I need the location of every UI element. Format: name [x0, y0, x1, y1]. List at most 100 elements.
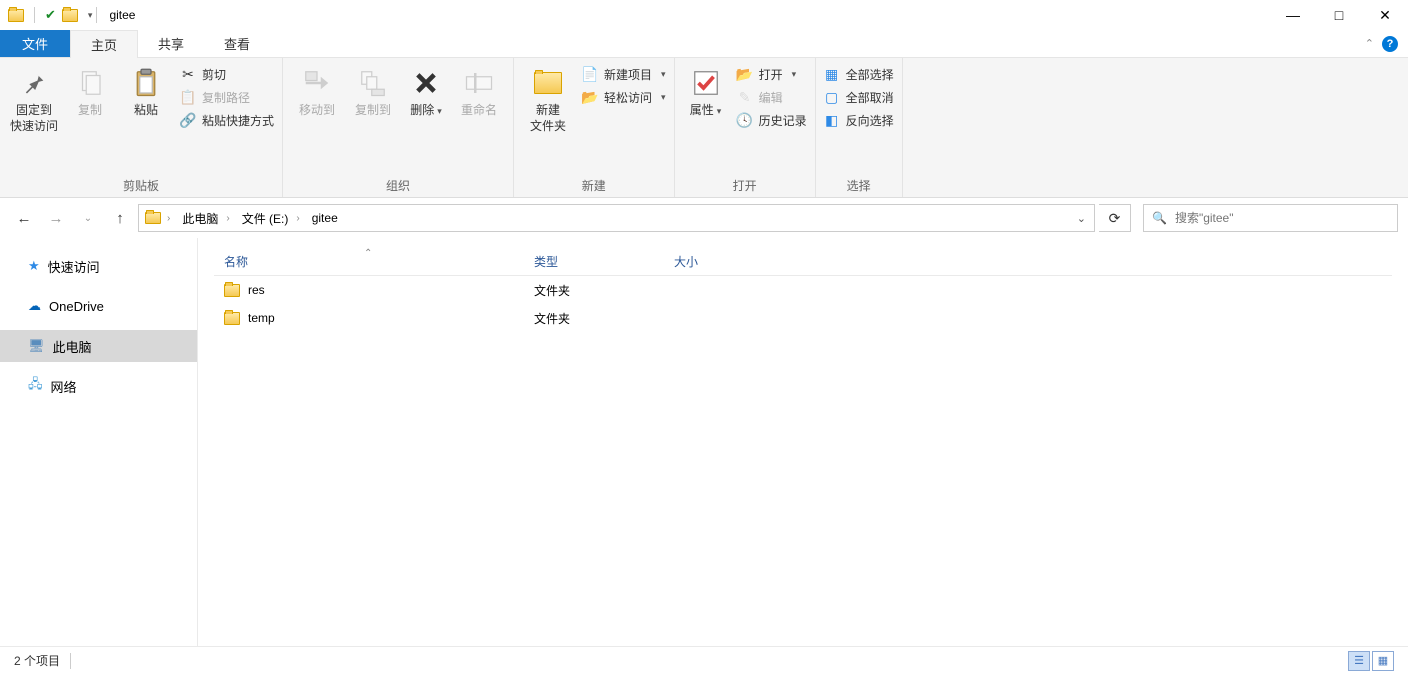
crumb-drive-label: 文件 (E:) — [242, 210, 289, 227]
properties-check-icon — [690, 67, 722, 99]
pin-quickaccess-button[interactable]: 固定到 快速访问 — [8, 64, 60, 137]
refresh-button[interactable]: ⟳ — [1099, 204, 1131, 232]
sidebar-onedrive[interactable]: ☁ OneDrive — [0, 290, 197, 322]
sidebar-thispc[interactable]: 🖥 此电脑 — [0, 330, 197, 362]
crumb-pc[interactable]: 此电脑› — [176, 210, 235, 227]
tab-view[interactable]: 查看 — [204, 30, 270, 57]
recent-dropdown[interactable]: ⌄ — [74, 204, 102, 232]
delete-button[interactable]: 删除 — [403, 64, 449, 122]
scissors-icon: ✂ — [180, 67, 196, 83]
moveto-button[interactable]: 移动到 — [291, 64, 343, 122]
easyaccess-button[interactable]: 📂 轻松访问 — [582, 89, 666, 106]
collapse-ribbon-icon[interactable]: ⌃ — [1365, 37, 1374, 50]
edit-button[interactable]: ✎ 编辑 — [737, 89, 807, 106]
sidebar-onedrive-label: OneDrive — [49, 299, 104, 314]
window-title: gitee — [109, 8, 135, 22]
file-name-cell: res — [214, 283, 524, 297]
col-header-type[interactable]: 类型 — [524, 253, 664, 270]
col-header-size[interactable]: 大小 — [664, 253, 784, 270]
pasteshortcut-button[interactable]: 🔗 粘贴快捷方式 — [180, 112, 274, 129]
copyto-label: 复制到 — [355, 103, 391, 119]
status-item-count: 2 个项目 — [14, 652, 60, 669]
main-area: ★ 快速访问 ☁ OneDrive 🖥 此电脑 🖧 网络 ⌃ 名称 类型 大小 … — [0, 238, 1408, 646]
forward-button[interactable]: → — [42, 204, 70, 232]
network-icon: 🖧 — [28, 375, 43, 397]
tab-home[interactable]: 主页 — [70, 30, 138, 58]
crumb-pc-label: 此电脑 — [182, 210, 218, 227]
search-box[interactable]: 🔍 — [1143, 204, 1398, 232]
ribbon-group-clipboard: 固定到 快速访问 复制 粘贴 ✂ 剪切 📋 — [0, 58, 283, 197]
ribbon-group-organize: 移动到 复制到 删除 重命名 组织 — [283, 58, 514, 197]
view-icons-button[interactable]: ▦ — [1372, 651, 1394, 671]
folder-icon — [224, 312, 240, 325]
star-icon: ★ — [28, 258, 40, 274]
column-headers: ⌃ 名称 类型 大小 — [214, 248, 1392, 276]
selectnone-button[interactable]: ▢ 全部取消 — [824, 89, 894, 106]
tab-share[interactable]: 共享 — [138, 30, 204, 57]
invertsel-label: 反向选择 — [846, 112, 894, 129]
ribbon-group-open: 属性 📂 打开 ✎ 编辑 🕓 历史记录 打开 — [675, 58, 816, 197]
history-label: 历史记录 — [759, 112, 807, 129]
help-icon[interactable]: ? — [1382, 36, 1398, 52]
tab-file[interactable]: 文件 — [0, 30, 70, 57]
up-button[interactable]: ↑ — [106, 204, 134, 232]
copyto-button[interactable]: 复制到 — [347, 64, 399, 122]
qat-newfolder-icon[interactable] — [62, 9, 78, 22]
view-details-button[interactable]: ☰ — [1348, 651, 1370, 671]
title-bar: ✔ ▾ gitee — □ ✕ — [0, 0, 1408, 30]
newitem-button[interactable]: 📄 新建项目 — [582, 66, 666, 83]
shortcut-icon: 🔗 — [180, 113, 196, 129]
file-row[interactable]: temp 文件夹 — [214, 304, 1392, 332]
history-button[interactable]: 🕓 历史记录 — [737, 112, 807, 129]
sidebar-network-label: 网络 — [51, 377, 77, 396]
qat-dropdown-icon[interactable]: ▾ — [88, 10, 93, 21]
rename-button[interactable]: 重命名 — [453, 64, 505, 122]
delete-label: 删除 — [410, 103, 442, 119]
easyaccess-label: 轻松访问 — [604, 89, 652, 106]
rename-icon — [463, 67, 495, 99]
group-new-label: 新建 — [522, 175, 666, 194]
col-header-size-label: 大小 — [674, 255, 698, 269]
copy-label: 复制 — [78, 103, 102, 119]
newfolder-icon — [532, 67, 564, 99]
paste-button[interactable]: 粘贴 — [120, 64, 172, 122]
ribbon-group-select: ▦ 全部选择 ▢ 全部取消 ◧ 反向选择 选择 — [816, 58, 903, 197]
minimize-button[interactable]: — — [1270, 0, 1316, 30]
properties-button[interactable]: 属性 — [683, 64, 729, 122]
maximize-button[interactable]: □ — [1316, 0, 1362, 30]
tab-file-label: 文件 — [22, 34, 48, 53]
sidebar-network[interactable]: 🖧 网络 — [0, 370, 197, 402]
file-list-pane: ⌃ 名称 类型 大小 res 文件夹 temp 文件夹 — [198, 238, 1408, 646]
file-row[interactable]: res 文件夹 — [214, 276, 1392, 304]
address-dropdown[interactable]: ⌄ — [1069, 212, 1094, 225]
tabs-right: ⌃ ? — [1365, 30, 1408, 57]
invertsel-button[interactable]: ◧ 反向选择 — [824, 112, 894, 129]
col-header-type-label: 类型 — [534, 255, 558, 269]
back-button[interactable]: ← — [10, 204, 38, 232]
selectnone-label: 全部取消 — [846, 89, 894, 106]
selectall-button[interactable]: ▦ 全部选择 — [824, 66, 894, 83]
close-button[interactable]: ✕ — [1362, 0, 1408, 30]
copypath-button[interactable]: 📋 复制路径 — [180, 89, 274, 106]
invertsel-icon: ◧ — [824, 113, 840, 129]
col-header-name-label: 名称 — [224, 255, 248, 269]
paste-label: 粘贴 — [134, 103, 158, 119]
address-bar[interactable]: › 此电脑› 文件 (E:) › gitee ⌄ — [138, 204, 1095, 232]
properties-label: 属性 — [690, 103, 722, 119]
search-input[interactable] — [1175, 211, 1389, 225]
chevron-right-icon: › — [296, 213, 299, 224]
open-button[interactable]: 📂 打开 — [737, 66, 807, 83]
group-open-label: 打开 — [683, 175, 807, 194]
crumb-root[interactable]: › — [161, 213, 176, 224]
history-clock-icon: 🕓 — [737, 113, 753, 129]
crumb-folder[interactable]: gitee — [306, 211, 344, 225]
qat-properties-icon[interactable]: ✔ — [45, 7, 56, 23]
paste-clipboard-icon — [130, 67, 162, 99]
sidebar-quickaccess[interactable]: ★ 快速访问 — [0, 250, 197, 282]
crumb-drive[interactable]: 文件 (E:) › — [236, 210, 306, 227]
newfolder-button[interactable]: 新建 文件夹 — [522, 64, 574, 137]
copy-button[interactable]: 复制 — [64, 64, 116, 122]
open-label: 打开 — [759, 66, 783, 83]
cut-button[interactable]: ✂ 剪切 — [180, 66, 274, 83]
selectall-label: 全部选择 — [846, 66, 894, 83]
